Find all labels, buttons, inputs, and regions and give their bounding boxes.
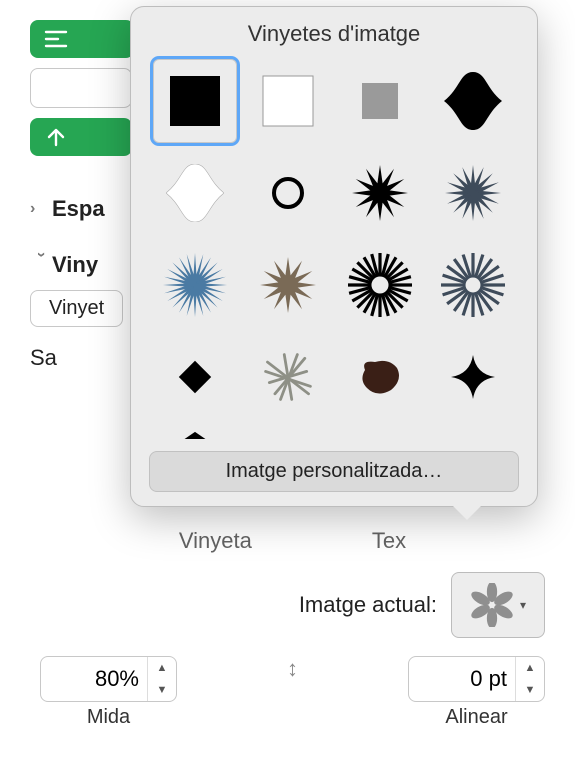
align-left-button[interactable]	[30, 20, 134, 58]
bullet-option-blue-starburst[interactable]	[153, 243, 237, 327]
chevron-down-icon: ▾	[520, 598, 526, 612]
size-step-down[interactable]: ▼	[148, 679, 176, 701]
custom-image-button[interactable]: Imatge personalitzada…	[149, 451, 519, 492]
current-image-label: Imatge actual:	[299, 592, 437, 618]
bullet-option-black-diamond[interactable]	[153, 335, 237, 419]
size-step-up[interactable]: ▲	[148, 657, 176, 679]
size-label: Mida	[87, 706, 130, 729]
align-stepper[interactable]: ▲ ▼	[408, 656, 545, 702]
bullet-column-label: Vinyeta	[179, 528, 252, 554]
bullet-option-black-sparkle[interactable]	[431, 335, 515, 419]
size-input[interactable]	[41, 666, 147, 692]
bullet-option-navy-stripe-starburst[interactable]	[431, 243, 515, 327]
vertical-align-icon: ↕	[285, 656, 300, 682]
custom-image-button-label: Imatge personalitzada…	[226, 460, 443, 482]
move-up-button[interactable]	[30, 118, 132, 156]
chevron-right-icon: ›	[30, 200, 52, 218]
bullet-option-black-starburst-solid[interactable]	[338, 151, 422, 235]
current-image-well[interactable]: ▾	[451, 572, 545, 638]
bullet-option-brown-starburst[interactable]	[246, 243, 330, 327]
size-stepper[interactable]: ▲ ▼	[40, 656, 177, 702]
align-lines-icon	[44, 29, 68, 49]
image-bullets-popover: Vinyetes d'imatge	[130, 6, 538, 507]
text-column-label: Tex	[372, 528, 406, 554]
arrow-up-icon	[46, 127, 66, 147]
bullet-option-white-square[interactable]	[246, 59, 330, 143]
align-input[interactable]	[409, 666, 515, 692]
spacing-section-label: Espa	[52, 196, 105, 222]
bullet-option-gray-square-small[interactable]	[338, 59, 422, 143]
align-step-down[interactable]: ▼	[516, 679, 544, 701]
align-label: Alinear	[445, 706, 507, 729]
flower-bullet-icon	[470, 583, 514, 627]
bullet-option-black-stripe-starburst[interactable]	[338, 243, 422, 327]
bullet-option-slate-starburst[interactable]	[431, 151, 515, 235]
popover-title: Vinyetes d'imatge	[131, 7, 537, 53]
bullet-option-black-quatrefoil[interactable]	[431, 59, 515, 143]
bullet-image-grid	[131, 53, 537, 439]
align-step-up[interactable]: ▲	[516, 657, 544, 679]
bullet-option-black-diamond-small[interactable]	[153, 427, 237, 439]
bullet-option-black-square[interactable]	[153, 59, 237, 143]
bullet-option-circle-outline[interactable]	[246, 151, 330, 235]
bullets-section-label: Viny	[52, 252, 98, 278]
bullet-option-gray-scribble[interactable]	[246, 335, 330, 419]
bullet-option-brown-blob[interactable]	[338, 335, 422, 419]
bullet-type-select[interactable]: Vinyet	[30, 290, 123, 327]
chevron-down-icon: ›	[32, 252, 50, 274]
secondary-button[interactable]	[30, 68, 132, 108]
bullet-option-white-quatrefoil[interactable]	[153, 151, 237, 235]
bullet-type-value: Vinyet	[49, 297, 104, 319]
